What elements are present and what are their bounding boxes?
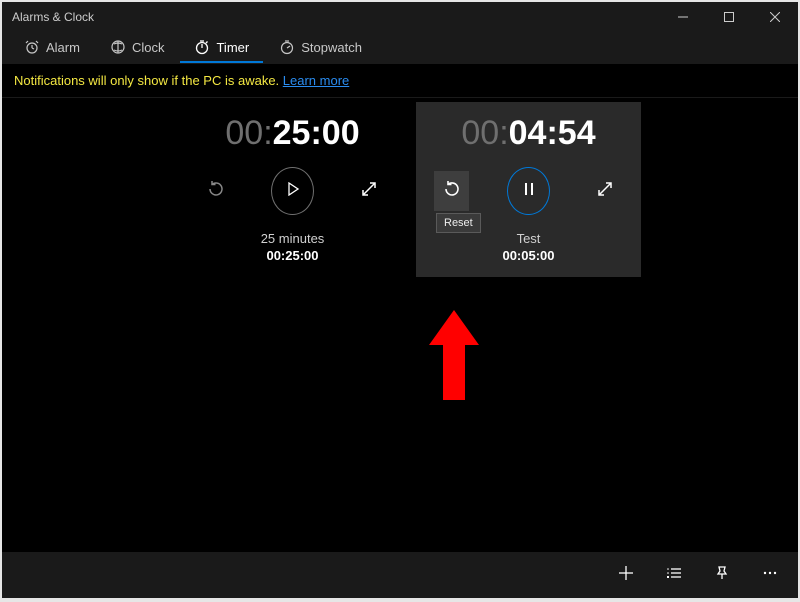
timer-display-2: 00:04:54 bbox=[461, 114, 595, 153]
timer2-seconds: 54 bbox=[558, 114, 596, 152]
reset-icon bbox=[206, 179, 226, 204]
minimize-button[interactable] bbox=[660, 2, 706, 32]
close-button[interactable] bbox=[752, 2, 798, 32]
timer1-total: 00:25:00 bbox=[266, 248, 318, 263]
list-button[interactable] bbox=[650, 552, 698, 598]
reset-icon bbox=[442, 179, 462, 204]
timer2-controls: Reset bbox=[416, 167, 641, 215]
more-icon bbox=[762, 565, 778, 586]
command-bar bbox=[2, 552, 798, 598]
pause-icon bbox=[523, 182, 535, 201]
timer2-hours: 00 bbox=[461, 114, 499, 152]
content-area: 00:25:00 25 minutes 00:25:00 00:04:54 bbox=[2, 98, 798, 552]
expand-icon bbox=[596, 180, 614, 203]
timer-card-2[interactable]: 00:04:54 Reset Test 00:05:00 bbox=[416, 102, 641, 277]
add-timer-button[interactable] bbox=[602, 552, 650, 598]
play-button-1[interactable] bbox=[271, 167, 314, 215]
play-icon bbox=[286, 182, 300, 201]
reset-button-1[interactable] bbox=[198, 171, 233, 211]
tab-alarm-label: Alarm bbox=[46, 40, 80, 55]
titlebar: Alarms & Clock bbox=[2, 2, 798, 32]
timer-display-1: 00:25:00 bbox=[225, 114, 359, 153]
tab-bar: Alarm Clock Timer Stopwatch bbox=[2, 32, 798, 64]
tab-timer-label: Timer bbox=[216, 40, 249, 55]
expand-icon bbox=[360, 180, 378, 203]
notification-banner: Notifications will only show if the PC i… bbox=[2, 64, 798, 98]
timer1-label: 25 minutes bbox=[261, 231, 325, 246]
learn-more-link[interactable]: Learn more bbox=[283, 73, 349, 88]
pause-button-2[interactable] bbox=[507, 167, 550, 215]
timer-icon bbox=[194, 39, 210, 55]
notification-text: Notifications will only show if the PC i… bbox=[14, 73, 283, 88]
list-icon bbox=[666, 565, 682, 586]
expand-button-2[interactable] bbox=[588, 171, 623, 211]
expand-button-1[interactable] bbox=[352, 171, 387, 211]
plus-icon bbox=[618, 565, 634, 586]
timer1-controls bbox=[180, 167, 405, 215]
timer-card-1[interactable]: 00:25:00 25 minutes 00:25:00 bbox=[180, 102, 405, 277]
timer1-minutes: 25 bbox=[273, 114, 311, 152]
alarm-icon bbox=[24, 39, 40, 55]
more-button[interactable] bbox=[746, 552, 794, 598]
timer1-hours: 00 bbox=[225, 114, 263, 152]
stopwatch-icon bbox=[279, 39, 295, 55]
tab-clock-label: Clock bbox=[132, 40, 165, 55]
app-window: Alarms & Clock Alarm Clock Timer Stopwat… bbox=[2, 2, 798, 598]
timer2-total: 00:05:00 bbox=[502, 248, 554, 263]
tab-stopwatch-label: Stopwatch bbox=[301, 40, 362, 55]
timer2-minutes: 04 bbox=[509, 114, 547, 152]
pin-icon bbox=[714, 565, 730, 586]
tab-alarm[interactable]: Alarm bbox=[10, 33, 94, 63]
timer2-label: Test bbox=[517, 231, 541, 246]
annotation-arrow bbox=[429, 310, 479, 405]
reset-tooltip: Reset bbox=[436, 213, 481, 233]
maximize-button[interactable] bbox=[706, 2, 752, 32]
pin-button[interactable] bbox=[698, 552, 746, 598]
window-title: Alarms & Clock bbox=[2, 10, 660, 24]
tab-stopwatch[interactable]: Stopwatch bbox=[265, 33, 376, 63]
timer1-seconds: 00 bbox=[322, 114, 360, 152]
tab-clock[interactable]: Clock bbox=[96, 33, 179, 63]
reset-button-2[interactable]: Reset bbox=[434, 171, 469, 211]
clock-icon bbox=[110, 39, 126, 55]
tab-timer[interactable]: Timer bbox=[180, 33, 263, 63]
